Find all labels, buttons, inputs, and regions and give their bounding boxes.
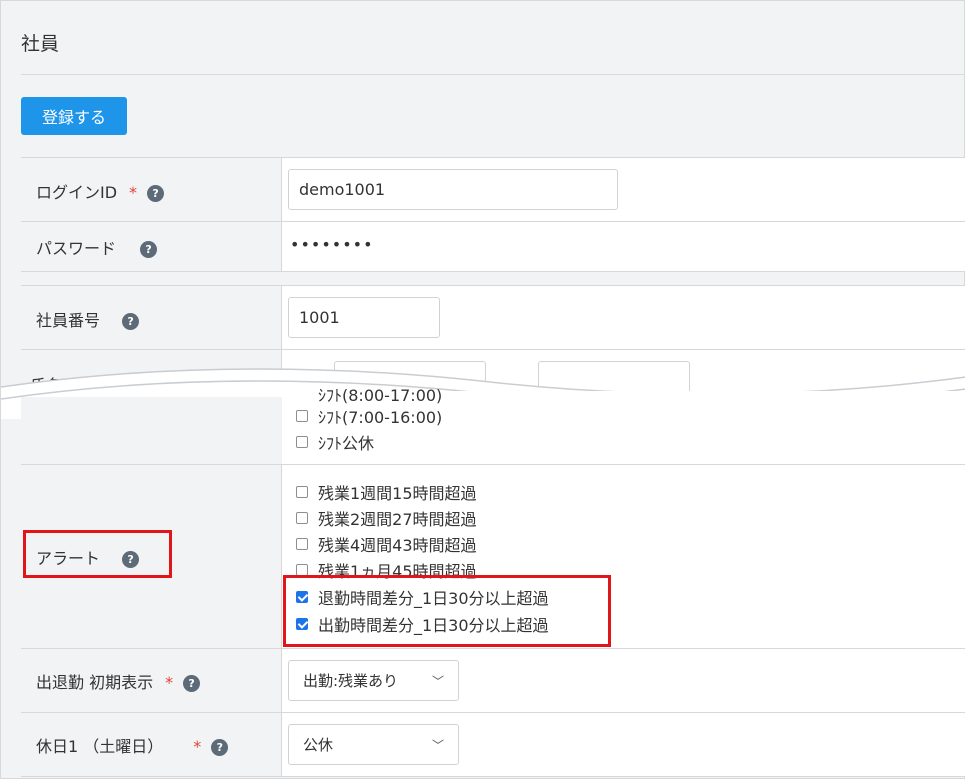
- attendance-default-row: 出退勤 初期表示 *? 出勤:残業あり ﹀: [21, 649, 965, 713]
- help-icon[interactable]: ?: [211, 739, 229, 756]
- shift-option-checkbox[interactable]: ｼﾌﾄ公休: [296, 430, 374, 454]
- employee-number-value-cell: 1001: [282, 286, 965, 349]
- chevron-down-icon: ﹀: [431, 674, 444, 688]
- shift-option-checkbox[interactable]: ｼﾌﾄ(8:00-17:00): [296, 382, 442, 406]
- required-mark: *: [129, 183, 138, 202]
- checkbox-box[interactable]: [296, 486, 308, 498]
- required-mark: *: [193, 737, 202, 756]
- shift-value-cell: ｼﾌﾄ(8:00-17:00) ｼﾌﾄ(7:00-16:00) ｼﾌﾄ公休: [282, 386, 965, 464]
- attendance-default-label-cell: 出退勤 初期表示 *?: [21, 649, 282, 712]
- holiday1-row: 休日1 （土曜日） *? 公休 ﹀: [21, 713, 965, 777]
- password-row: パスワード? ••••••••: [21, 222, 965, 272]
- login-id-row: ログインID *? demo1001: [21, 158, 965, 222]
- checkbox-label: ｼﾌﾄ公休: [318, 434, 375, 453]
- attendance-default-select[interactable]: 出勤:残業あり ﹀: [288, 660, 459, 701]
- login-id-value-cell: demo1001: [282, 158, 965, 221]
- employee-number-label-cell: 社員番号?: [21, 286, 282, 349]
- holiday1-label-cell: 休日1 （土曜日） *?: [21, 713, 282, 776]
- alert-label-highlight: [23, 530, 172, 578]
- holiday1-select[interactable]: 公休 ﹀: [288, 724, 459, 765]
- alert-options-highlight: [283, 575, 611, 647]
- alert-option-checkbox[interactable]: 残業1週間15時間超過: [296, 480, 477, 504]
- checkbox-box[interactable]: [296, 512, 308, 524]
- title-divider: [21, 74, 965, 75]
- checkbox-label: 残業1週間15時間超過: [318, 484, 477, 503]
- help-icon[interactable]: ?: [122, 313, 140, 330]
- select-value: 公休: [303, 736, 334, 754]
- login-table: ログインID *? demo1001 パスワード? ••••••••: [21, 157, 965, 272]
- checkbox-label: ｼﾌﾄ(8:00-17:00): [318, 386, 443, 405]
- password-label-cell: パスワード?: [21, 222, 282, 271]
- attendance-default-value-cell: 出勤:残業あり ﹀: [282, 649, 965, 712]
- required-mark: *: [165, 673, 174, 692]
- password-value-cell[interactable]: ••••••••: [282, 222, 965, 271]
- employee-number-label: 社員番号: [36, 311, 101, 330]
- holiday1-label: 休日1 （土曜日）: [36, 737, 164, 756]
- chevron-down-icon: ﹀: [431, 738, 444, 752]
- help-icon[interactable]: ?: [140, 241, 158, 258]
- shift-option-checkbox[interactable]: ｼﾌﾄ(7:00-16:00): [296, 404, 442, 428]
- login-id-label: ログインID: [36, 183, 118, 202]
- attendance-default-label: 出退勤 初期表示: [36, 673, 154, 692]
- checkbox-box[interactable]: [296, 538, 308, 550]
- checkbox-label: ｼﾌﾄ(7:00-16:00): [318, 408, 443, 427]
- login-id-input[interactable]: demo1001: [288, 169, 618, 210]
- page-title: 社員: [21, 33, 60, 55]
- holiday1-value-cell: 公休 ﹀: [282, 713, 965, 776]
- checkbox-box[interactable]: [296, 436, 308, 448]
- password-value[interactable]: ••••••••: [290, 235, 374, 254]
- employee-number-input[interactable]: 1001: [288, 297, 440, 338]
- login-id-label-cell: ログインID *?: [21, 158, 282, 221]
- checkbox-box[interactable]: [296, 410, 308, 422]
- checkbox-label: 残業4週間43時間超過: [318, 536, 477, 555]
- alert-option-checkbox[interactable]: 残業2週間27時間超過: [296, 506, 477, 530]
- alert-option-checkbox[interactable]: 残業4週間43時間超過: [296, 532, 477, 556]
- shift-label-cell: [21, 397, 283, 464]
- password-label: パスワード: [36, 239, 117, 258]
- page-frame: 社員 登録する ログインID *? demo1001 パスワード? •••••••…: [0, 0, 965, 779]
- employee-number-row: 社員番号? 1001: [21, 286, 965, 350]
- select-value: 出勤:残業あり: [303, 672, 399, 690]
- help-icon[interactable]: ?: [147, 185, 165, 202]
- help-icon[interactable]: ?: [183, 675, 201, 692]
- checkbox-label: 残業2週間27時間超過: [318, 510, 477, 529]
- register-button[interactable]: 登録する: [21, 97, 127, 135]
